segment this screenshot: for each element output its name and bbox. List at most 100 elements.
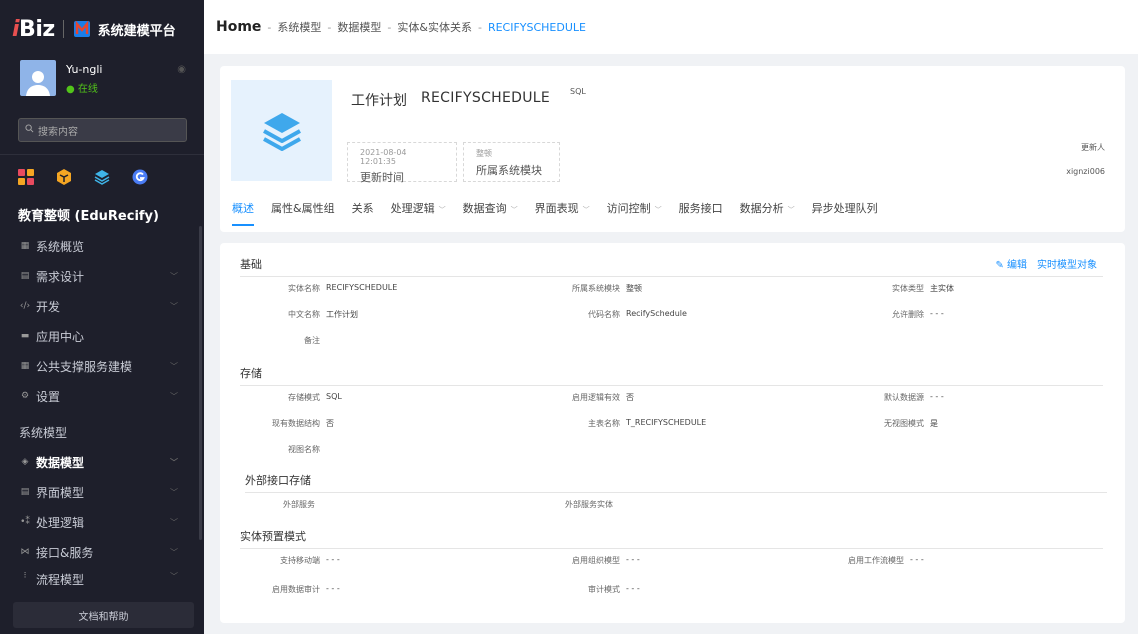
sidebar-item-app-center[interactable]: ▬ 应用中心 [0,321,204,351]
field-label: 支持移动端 [280,556,320,565]
cube-app-icon[interactable] [56,169,72,185]
layers-app-icon[interactable] [94,169,110,185]
breadcrumb-home[interactable]: Home [216,19,261,35]
field: 视图名称 [240,444,326,455]
tab-service-api[interactable]: 服务接口 [679,200,723,226]
chevron-down-icon: ﹀ [787,206,795,214]
chevron-down-icon: ﹀ [438,206,446,214]
tab-relations[interactable]: 关系 [352,200,374,226]
tab-label: 异步处理队列 [811,202,878,215]
chevron-down-icon: ﹀ [170,271,178,281]
section-preset: 实体预置模式 支持移动端 - - - 启用组织模型 - - - 启用工作流模型 - -… [240,528,1103,623]
sidebar-item-data-model[interactable]: ◈ 数据模型 ﹀ [0,447,204,477]
tab-data-analysis[interactable]: 数据分析 ﹀ [740,200,795,226]
tab-label: 界面表现 [534,202,579,215]
field-value: - - - [910,555,924,564]
field-label: 外部服务实体 [565,500,613,509]
field-value: 整顿 [626,284,642,293]
user-settings-icon[interactable]: ◉ [177,64,186,75]
field-label: 备注 [304,336,320,345]
chevron-down-icon: ﹀ [654,206,662,214]
section-title: 实体预置模式 [240,528,1103,549]
section-title: 基础 [240,256,1103,277]
sidebar-item-logic[interactable]: •⁑ 处理逻辑 ﹀ [0,507,204,537]
field-label: 默认数据源 [884,393,924,402]
field: 启用组织模型 - - - [540,555,640,566]
help-button[interactable]: 文档和帮助 [13,602,194,628]
field-value: 否 [626,393,634,402]
app-logo[interactable]: iBiz 系统建模平台 [0,0,204,58]
field: 启用工作流模型 - - - [820,555,924,566]
requirements-icon: ▤ [20,271,30,281]
ui-model-icon: ▤ [20,487,30,497]
g-app-icon[interactable] [132,169,148,185]
realtime-model-link[interactable]: 实时模型对象 [1037,256,1097,271]
breadcrumb-separator: - [267,20,272,34]
grid-app-icon[interactable] [18,169,34,185]
sidebar-item-workflow[interactable]: ⁝ 流程模型 ﹀ [0,567,204,585]
chevron-down-icon: ﹀ [582,206,590,214]
chevron-down-icon: ﹀ [170,572,178,581]
tab-attributes[interactable]: 属性&属性组 [271,200,335,226]
breadcrumb-data-model[interactable]: 数据模型 [337,19,381,35]
sidebar-item-label: 开发 [36,299,61,314]
sidebar-item-overview[interactable]: ▦ 系统概览 [0,231,204,261]
sidebar-item-label: 处理逻辑 [36,515,85,530]
section-basic: 基础 ✎ 编辑 实时模型对象 实体名称 RECIFYSCHEDULE 所属系统模块… [240,256,1103,366]
field-value: 是 [930,419,938,428]
field-value: - - - [626,555,640,564]
field-row: 现有数据结构否 主表名称 T_RECIFYSCHEDULE 无视图模式是 [240,418,1103,432]
edit-label: 编辑 [1007,260,1027,271]
sidebar-scrollbar[interactable] [199,226,202,540]
chevron-down-icon: ﹀ [170,457,178,467]
field: 中文名称 工作计划 [240,309,358,320]
edit-button[interactable]: ✎ 编辑 [995,256,1027,271]
chevron-down-icon: ﹀ [170,361,178,371]
tab-access-control[interactable]: 访问控制 ﹀ [607,200,662,226]
m-logo-icon [72,19,92,39]
avatar[interactable] [20,60,56,96]
search-input[interactable]: 搜索内容 [18,118,187,142]
field-value: RecifySchedule [626,309,687,318]
field: 所属系统模块 整顿 [540,283,642,294]
breadcrumb-entity-relation[interactable]: 实体&实体关系 [397,19,472,35]
sidebar-item-ui-model[interactable]: ▤ 界面模型 ﹀ [0,477,204,507]
field-label: 无视图模式 [884,419,924,428]
field-label: 启用工作流模型 [848,556,904,565]
sidebar-item-requirements[interactable]: ▤ 需求设计 ﹀ [0,261,204,291]
tab-label: 属性&属性组 [271,202,335,215]
tab-label: 数据查询 [462,202,507,215]
breadcrumb-separator: - [327,20,332,34]
section-title: 存储 [240,365,1103,386]
update-time-box: 2021-08-04 12:01:35 更新时间 [347,142,457,184]
section-title: 外部接口存储 [245,472,1107,493]
sidebar-item-interface[interactable]: ⋈ 接口&服务 ﹀ [0,537,204,567]
app-switcher [0,155,204,195]
sidebar-item-develop[interactable]: ‹/› 开发 ﹀ [0,291,204,321]
tab-ui[interactable]: 界面表现 ﹀ [535,200,590,226]
field-value: 否 [326,419,334,428]
interface-icon: ⋈ [20,547,30,557]
tab-label: 概述 [232,202,254,215]
tab-logic[interactable]: 处理逻辑 ﹀ [391,200,446,226]
tab-data-query[interactable]: 数据查询 ﹀ [463,200,518,226]
field-label: 存储模式 [288,393,320,402]
module-label: 所属系统模块 [476,164,542,177]
breadcrumb-system-model[interactable]: 系统模型 [277,19,321,35]
tab-async-queue[interactable]: 异步处理队列 [812,200,878,226]
chevron-down-icon: ﹀ [170,391,178,401]
edit-icon: ✎ [995,260,1007,271]
field-row: 实体名称 RECIFYSCHEDULE 所属系统模块 整顿 实体类型 主实体 [240,283,1103,297]
services-icon: ▦ [20,361,30,371]
field-value: SQL [326,392,342,401]
updater-info: 更新人 xignzi006 [1066,142,1105,176]
sidebar: iBiz 系统建模平台 Yu-ngli ● 在线 ◉ 搜索内容 教育整顿 (Ed… [0,0,204,634]
tab-overview[interactable]: 概述 [232,200,254,226]
field-value: T_RECIFYSCHEDULE [626,418,707,427]
module-box: 整顿 所属系统模块 [463,142,560,182]
sidebar-item-settings[interactable]: ⚙ 设置 ﹀ [0,381,204,411]
field: 主表名称 T_RECIFYSCHEDULE [540,418,706,429]
sidebar-item-public-services[interactable]: ▦ 公共支撑服务建模 ﹀ [0,351,204,381]
user-profile[interactable]: Yu-ngli ● 在线 ◉ [0,58,204,110]
code-icon: ‹/› [19,301,31,311]
